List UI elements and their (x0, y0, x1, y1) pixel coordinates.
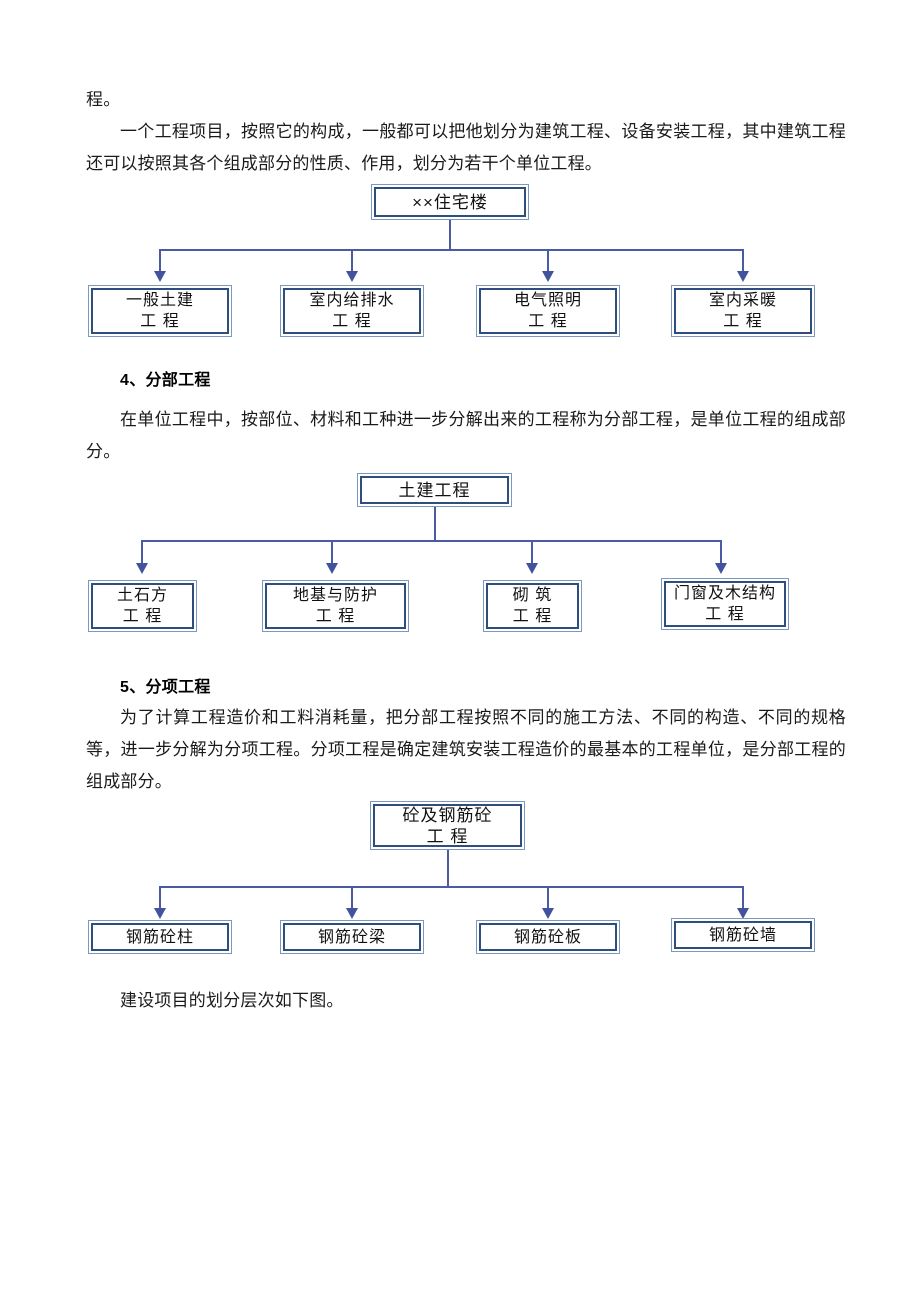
paragraph-intro-tail: 程。 (86, 90, 121, 109)
arrowhead-3 (542, 271, 554, 282)
diagram2-node-root-label: 土建工程 (360, 476, 509, 504)
connector2-drop-4 (720, 540, 722, 565)
arrowhead2-1 (136, 563, 148, 574)
arrowhead3-3 (542, 908, 554, 919)
connector3-drop-4 (742, 886, 744, 910)
arrowhead2-2 (326, 563, 338, 574)
connector2-drop-2 (331, 540, 333, 565)
arrowhead3-2 (346, 908, 358, 919)
diagram-node-root-label: ××住宅楼 (374, 187, 526, 217)
arrowhead-1 (154, 271, 166, 282)
diagram2-node-child-3-label: 砌 筑 工 程 (486, 583, 579, 629)
diagram-node-child-2: 室内给排水 工 程 (280, 285, 424, 337)
connector2-drop-1 (141, 540, 143, 565)
diagram-node-child-3: 电气照明 工 程 (476, 285, 620, 337)
connector3-drop-2 (351, 886, 353, 910)
heading-division-works: 4、分部工程 (120, 372, 211, 389)
connector2-bus (141, 540, 721, 542)
diagram2-node-root: 土建工程 (357, 473, 512, 507)
diagram3-node-root-label: 砼及钢筋砼 工 程 (373, 804, 522, 847)
diagram-node-child-2-label: 室内给排水 工 程 (283, 288, 421, 334)
diagram3-node-child-1: 钢筋砼柱 (88, 920, 232, 954)
paragraph-intro: 一个工程项目，按照它的构成，一般都可以把他划分为建筑工程、设备安装工程，其中建筑… (86, 122, 846, 173)
connector2-root-stem (434, 507, 436, 541)
arrowhead2-3 (526, 563, 538, 574)
heading-item-works: 5、分项工程 (120, 679, 211, 696)
diagram3-node-child-2: 钢筋砼梁 (280, 920, 424, 954)
diagram3-node-child-1-label: 钢筋砼柱 (91, 923, 229, 951)
connector3-bus (159, 886, 743, 888)
connector-drop-1 (159, 249, 161, 273)
arrowhead2-4 (715, 563, 727, 574)
diagram-node-child-1-label: 一般土建 工 程 (91, 288, 229, 334)
diagram3-node-child-3-label: 钢筋砼板 (479, 923, 617, 951)
arrowhead3-1 (154, 908, 166, 919)
diagram-node-child-1: 一般土建 工 程 (88, 285, 232, 337)
diagram2-node-child-1: 土石方 工 程 (88, 580, 197, 632)
diagram2-node-child-3: 砌 筑 工 程 (483, 580, 582, 632)
paragraph-division-works: 在单位工程中，按部位、材料和工种进一步分解出来的工程称为分部工程，是单位工程的组… (86, 410, 846, 461)
diagram2-node-child-4-label: 门窗及木结构 工 程 (664, 581, 786, 627)
diagram-node-root: ××住宅楼 (371, 184, 529, 220)
connector3-root-stem (447, 850, 449, 887)
diagram3-node-root: 砼及钢筋砼 工 程 (370, 801, 525, 850)
diagram-node-child-3-label: 电气照明 工 程 (479, 288, 617, 334)
connector-drop-2 (351, 249, 353, 273)
diagram2-node-child-1-label: 土石方 工 程 (91, 583, 194, 629)
arrowhead-4 (737, 271, 749, 282)
connector3-drop-3 (547, 886, 549, 910)
connector-bus (159, 249, 743, 251)
diagram3-node-child-3: 钢筋砼板 (476, 920, 620, 954)
diagram2-node-child-4: 门窗及木结构 工 程 (661, 578, 789, 630)
arrowhead-2 (346, 271, 358, 282)
connector-root-stem (449, 220, 451, 250)
diagram2-node-child-2: 地基与防护 工 程 (262, 580, 409, 632)
connector-drop-4 (742, 249, 744, 273)
connector-drop-3 (547, 249, 549, 273)
paragraph-closing: 建设项目的划分层次如下图。 (120, 991, 344, 1010)
diagram3-node-child-4-label: 钢筋砼墙 (674, 921, 812, 949)
connector2-drop-3 (531, 540, 533, 565)
document-page: 程。 一个工程项目，按照它的构成，一般都可以把他划分为建筑工程、设备安装工程，其… (0, 0, 920, 1302)
connector3-drop-1 (159, 886, 161, 910)
diagram2-node-child-2-label: 地基与防护 工 程 (265, 583, 406, 629)
diagram-node-child-4: 室内采暖 工 程 (671, 285, 815, 337)
paragraph-item-works: 为了计算工程造价和工料消耗量，把分部工程按照不同的施工方法、不同的构造、不同的规… (86, 708, 846, 791)
diagram3-node-child-2-label: 钢筋砼梁 (283, 923, 421, 951)
diagram-node-child-4-label: 室内采暖 工 程 (674, 288, 812, 334)
diagram3-node-child-4: 钢筋砼墙 (671, 918, 815, 952)
